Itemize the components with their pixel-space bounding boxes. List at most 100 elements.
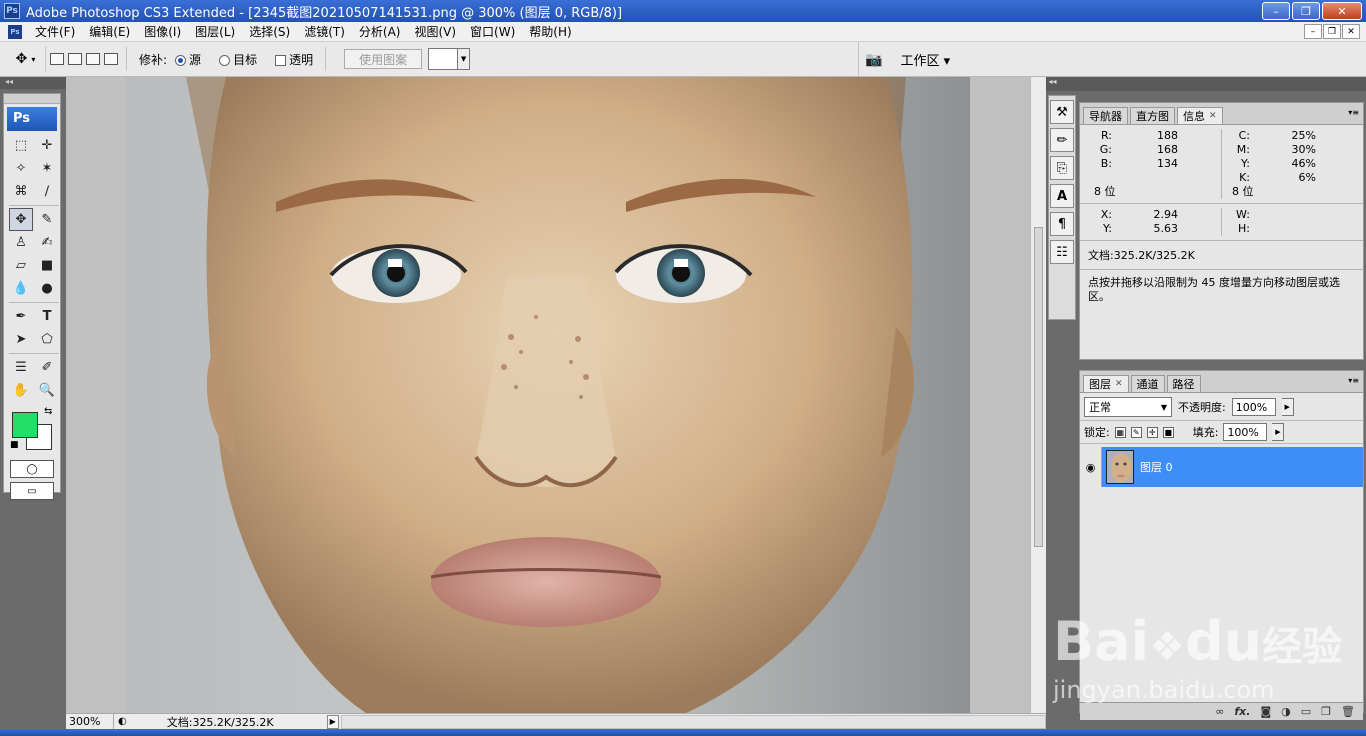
bridge-icon[interactable]: 📷 [865, 52, 882, 68]
maximize-button[interactable]: ❐ [1292, 2, 1320, 20]
lock-all-icon[interactable]: ■ [1162, 426, 1174, 438]
eye-icon[interactable]: ◉ [1080, 447, 1102, 487]
dodge-icon[interactable]: ● [35, 277, 59, 300]
tab-histogram[interactable]: 直方图 [1130, 107, 1175, 124]
lock-position-icon[interactable]: ✛ [1146, 426, 1158, 438]
shape-icon[interactable]: ⬠ [35, 328, 59, 351]
horizontal-scrollbar[interactable] [340, 714, 1046, 729]
quick-mask-icon[interactable]: ◯ [10, 460, 54, 478]
doc-close-button[interactable]: ✕ [1342, 24, 1360, 39]
patch-icon[interactable]: ✥ [9, 208, 33, 231]
lasso-icon[interactable]: ✧ [9, 157, 33, 180]
toolbox-strip[interactable]: ◂◂ [0, 77, 66, 89]
doc-minimize-button[interactable]: – [1304, 24, 1322, 39]
menu-image[interactable]: 图像(I) [137, 23, 188, 40]
menu-layer[interactable]: 图层(L) [188, 23, 242, 40]
magic-wand-icon[interactable]: ✶ [35, 157, 59, 180]
tab-layers[interactable]: 图层 ✕ [1083, 375, 1129, 392]
source-option[interactable]: 源 [175, 51, 201, 68]
menu-edit[interactable]: 编辑(E) [82, 23, 137, 40]
use-pattern-button[interactable]: 使用图案 [344, 49, 423, 69]
add-selection-icon[interactable] [68, 53, 82, 65]
move-icon[interactable]: ✛ [35, 134, 59, 157]
new-selection-icon[interactable] [50, 53, 64, 65]
stamp-icon[interactable]: ♙ [9, 231, 33, 254]
layer-name[interactable]: 图层 0 [1140, 459, 1173, 475]
target-radio[interactable] [219, 54, 231, 66]
source-radio[interactable] [175, 54, 187, 66]
minimize-button[interactable]: – [1262, 2, 1290, 20]
lock-transparency-icon[interactable]: ▦ [1114, 426, 1126, 438]
foreground-color-swatch[interactable] [12, 412, 38, 438]
photoshop-mini-icon[interactable]: Ps [8, 24, 22, 39]
zoom-level[interactable]: 300% [66, 713, 114, 730]
status-menu-arrow[interactable]: ▶ [326, 714, 339, 729]
layer-mask-icon[interactable]: ◙ [1260, 705, 1271, 718]
vertical-scroll-thumb[interactable] [1034, 227, 1043, 547]
pattern-picker[interactable] [428, 48, 459, 70]
pen-icon[interactable]: ✒ [9, 305, 33, 328]
new-group-icon[interactable]: ▭ [1301, 705, 1311, 718]
transparent-checkbox[interactable] [275, 54, 287, 66]
tab-info[interactable]: 信息 ✕ [1177, 107, 1223, 124]
menu-view[interactable]: 视图(V) [407, 23, 463, 40]
clone-source-icon[interactable]: ⎘ [1050, 156, 1074, 180]
type-icon[interactable]: T [35, 305, 59, 328]
transparent-option[interactable]: 透明 [275, 51, 313, 68]
opacity-input[interactable]: 100% [1231, 398, 1276, 416]
doc-restore-button[interactable]: ❐ [1323, 24, 1341, 39]
history-brush-icon[interactable]: ✍ [35, 231, 59, 254]
fill-input[interactable]: 100% [1223, 423, 1268, 441]
crop-icon[interactable]: ⌘ [9, 180, 33, 203]
dock-strip[interactable]: ◂◂ [1046, 77, 1366, 91]
blend-mode-select[interactable]: 正常 ▼ [1084, 397, 1172, 417]
workspace-menu[interactable]: 工作区 ▾ [900, 50, 950, 69]
character-icon[interactable]: A [1050, 184, 1074, 208]
opacity-slider-arrow[interactable]: ▶ [1281, 398, 1294, 416]
vertical-scrollbar[interactable] [1030, 77, 1046, 713]
menu-select[interactable]: 选择(S) [242, 23, 297, 40]
menu-analysis[interactable]: 分析(A) [352, 23, 408, 40]
link-layers-icon[interactable]: ∞ [1215, 705, 1224, 718]
hand-icon[interactable]: ✋ [9, 379, 33, 402]
eraser-icon[interactable]: ▱ [9, 254, 33, 277]
blur-icon[interactable]: 💧 [9, 277, 33, 300]
default-colors-icon[interactable]: ■ [10, 440, 19, 450]
brush-icon[interactable]: ✎ [35, 208, 59, 231]
notes-icon[interactable]: ☰ [9, 356, 33, 379]
target-option[interactable]: 目标 [219, 51, 257, 68]
brushes-icon[interactable]: ✏ [1050, 128, 1074, 152]
lock-pixels-icon[interactable]: ✎ [1130, 426, 1142, 438]
tab-channels[interactable]: 通道 [1130, 375, 1165, 392]
path-select-icon[interactable]: ➤ [9, 328, 33, 351]
layers-panel-menu-icon[interactable]: ▾≡ [1348, 376, 1359, 385]
layer-row[interactable]: ◉ 图层 0 [1080, 447, 1363, 487]
status-icon[interactable]: ◐ [118, 716, 127, 727]
swap-colors-icon[interactable]: ⇆ [44, 406, 52, 417]
panel-menu-icon[interactable]: ▾≡ [1348, 108, 1359, 117]
fill-slider-arrow[interactable]: ▶ [1272, 423, 1285, 441]
layer-style-icon[interactable]: fx. [1234, 705, 1250, 718]
tool-presets-icon[interactable]: ⚒ [1050, 100, 1074, 124]
tab-navigator[interactable]: 导航器 [1083, 107, 1128, 124]
pattern-dropdown-icon[interactable]: ▼ [458, 48, 471, 70]
close-layers-tab-icon[interactable]: ✕ [1115, 379, 1123, 389]
slice-icon[interactable]: ∕ [35, 180, 59, 203]
adjustment-layer-icon[interactable]: ◑ [1281, 705, 1291, 718]
paragraph-icon[interactable]: ¶ [1050, 212, 1074, 236]
zoom-icon[interactable]: 🔍 [35, 379, 59, 402]
menu-window[interactable]: 窗口(W) [463, 23, 522, 40]
marquee-icon[interactable]: ⬚ [9, 134, 33, 157]
tab-paths[interactable]: 路径 [1166, 375, 1201, 392]
layer-comps-icon[interactable]: ☷ [1050, 240, 1074, 264]
canvas-area[interactable] [66, 77, 1030, 713]
tool-preset-picker[interactable]: ✥ ▾ [6, 46, 46, 72]
close-button[interactable]: ✕ [1322, 2, 1362, 20]
menu-help[interactable]: 帮助(H) [522, 23, 578, 40]
intersect-selection-icon[interactable] [104, 53, 118, 65]
gradient-icon[interactable]: ■ [35, 254, 59, 277]
menu-file[interactable]: 文件(F) [28, 23, 82, 40]
menu-filter[interactable]: 滤镜(T) [297, 23, 352, 40]
screen-mode-icon[interactable]: ▭ [10, 482, 54, 500]
document-image[interactable] [126, 77, 970, 713]
